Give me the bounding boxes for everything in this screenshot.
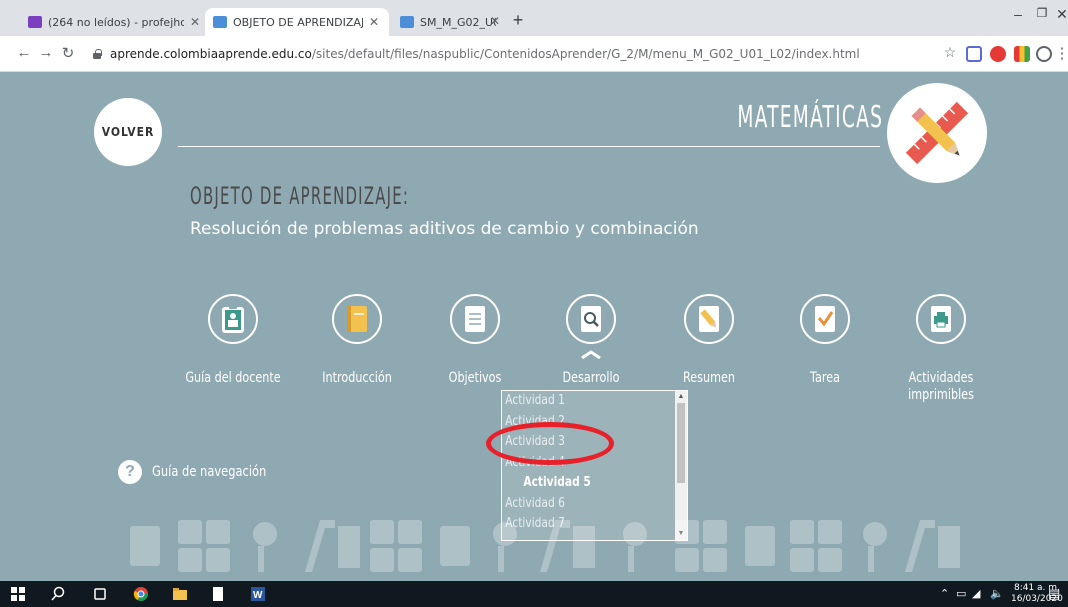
url-path: /sites/default/files/naspublic/Contenido… — [311, 46, 860, 61]
chrome-icon[interactable] — [133, 586, 149, 602]
word-icon[interactable]: W — [250, 586, 266, 602]
list-icon — [450, 294, 500, 344]
extension-colors-icon[interactable] — [1014, 46, 1030, 62]
tab-gmail[interactable]: (264 no leídos) - profejhonpablo ✕ — [20, 8, 210, 36]
page-icon — [213, 16, 227, 28]
minimize-icon[interactable]: – — [1006, 6, 1030, 22]
document-icon[interactable] — [210, 586, 226, 602]
reload-icon[interactable]: ↻ — [58, 44, 78, 62]
new-tab-button[interactable]: + — [507, 10, 529, 31]
menu-item-tarea[interactable]: Tarea — [765, 294, 885, 387]
tab-title: OBJETO DE APRENDIZAJE — [233, 15, 363, 29]
scrollbar-thumb[interactable] — [677, 403, 685, 483]
tab-objeto-aprendizaje[interactable]: OBJETO DE APRENDIZAJE ✕ — [205, 8, 389, 36]
list-item[interactable]: Actividad 6 — [502, 494, 654, 515]
list-item[interactable]: Actividad 1 — [502, 391, 654, 412]
pencil-icon — [684, 294, 734, 344]
menu-item-desarrollo[interactable]: Desarrollo — [531, 294, 651, 387]
tab-title: SM_M_G02_U01_L02.pdf — [420, 15, 496, 29]
learning-object-title: Resolución de problemas aditivos de camb… — [190, 219, 699, 239]
close-icon[interactable]: ✕ — [188, 15, 202, 29]
tab-strip: (264 no leídos) - profejhonpablo ✕ OBJET… — [0, 0, 1068, 36]
menu-label: Resumen — [682, 370, 735, 386]
forward-arrow-icon[interactable]: → — [36, 44, 56, 61]
decorative-math-icons — [130, 520, 960, 572]
task-view-icon[interactable] — [92, 586, 108, 602]
page-content: VOLVER MATEMÁTICAS OBJETO DE APRENDIZAJE… — [0, 72, 1068, 581]
network-icon[interactable]: ◢ — [972, 587, 980, 600]
menu-label: Desarrollo — [562, 370, 620, 386]
battery-icon[interactable]: ▭ — [956, 587, 966, 600]
menu-dots-icon[interactable]: ⋮ — [1052, 44, 1068, 62]
menu-label: Tarea — [810, 370, 840, 386]
menu-item-actividades-imprimibles[interactable]: Actividades imprimibles — [881, 294, 1001, 404]
subject-title: MATEMÁTICAS — [737, 100, 883, 135]
windows-start-icon[interactable] — [10, 586, 26, 602]
url-host: aprende.colombiaaprende.edu.co — [110, 46, 312, 61]
highlight-ring — [486, 422, 614, 465]
teacher-guide-icon — [208, 294, 258, 344]
learning-object-label: OBJETO DE APRENDIZAJE: — [190, 182, 410, 210]
printer-icon — [916, 294, 966, 344]
menu-item-introduccion[interactable]: Introducción — [297, 294, 417, 387]
lock-icon — [92, 48, 102, 59]
tab-pdf[interactable]: SM_M_G02_U01_L02.pdf — [392, 8, 504, 36]
help-label: Guía de navegación — [152, 464, 267, 480]
navigation-bar: ← → ↻ aprende.colombiaaprende.edu.co/sit… — [0, 36, 1068, 72]
menu-item-guia-docente[interactable]: Guía del docente — [173, 294, 293, 387]
back-arrow-icon[interactable]: ← — [14, 44, 34, 61]
menu-item-resumen[interactable]: Resumen — [649, 294, 769, 387]
svg-text:W: W — [253, 590, 263, 601]
address-bar[interactable]: aprende.colombiaaprende.edu.co/sites/def… — [86, 41, 936, 66]
close-icon[interactable]: ✕ — [367, 15, 381, 29]
menu-item-objetivos[interactable]: Objetivos — [415, 294, 535, 387]
close-window-icon[interactable]: ✕ — [1050, 6, 1068, 23]
list-item-selected[interactable]: Actividad 5 — [502, 473, 654, 494]
star-icon[interactable]: ☆ — [940, 44, 960, 61]
menu-label: Objetivos — [448, 370, 502, 386]
extension-icon[interactable] — [966, 46, 982, 62]
menu-label: Introducción — [322, 370, 392, 386]
header-divider — [178, 146, 880, 147]
checkbox-icon — [800, 294, 850, 344]
taskbar: W ⌃ ▭ ◢ 🔈 8:41 a. m. 16/03/2020 ▤ — [0, 581, 1068, 607]
file-explorer-icon[interactable] — [172, 586, 188, 602]
page-icon — [400, 16, 414, 28]
scroll-up-icon[interactable]: ▲ — [677, 393, 685, 401]
help-icon: ? — [118, 460, 142, 484]
close-icon[interactable]: ✕ — [490, 14, 500, 28]
notifications-icon[interactable]: ▤ — [1048, 587, 1060, 602]
magnifier-icon — [566, 294, 616, 344]
tray-chevron-icon[interactable]: ⌃ — [940, 587, 949, 600]
navigation-guide-link[interactable]: ? Guía de navegación — [118, 460, 291, 484]
chevron-up-icon — [581, 350, 601, 359]
notebook-icon — [332, 294, 382, 344]
volume-icon[interactable]: 🔈 — [990, 587, 1004, 600]
mail-icon — [28, 16, 42, 28]
profile-icon[interactable] — [1036, 46, 1052, 62]
menu-label: Guía del docente — [185, 370, 281, 386]
adblock-icon[interactable] — [990, 46, 1006, 62]
search-icon[interactable] — [50, 586, 66, 602]
menu-label: Actividades imprimibles — [908, 370, 974, 403]
tab-title: (264 no leídos) - profejhonpablo — [48, 15, 184, 29]
back-button[interactable]: VOLVER — [94, 98, 162, 166]
ruler-pencil-icon — [887, 83, 987, 183]
